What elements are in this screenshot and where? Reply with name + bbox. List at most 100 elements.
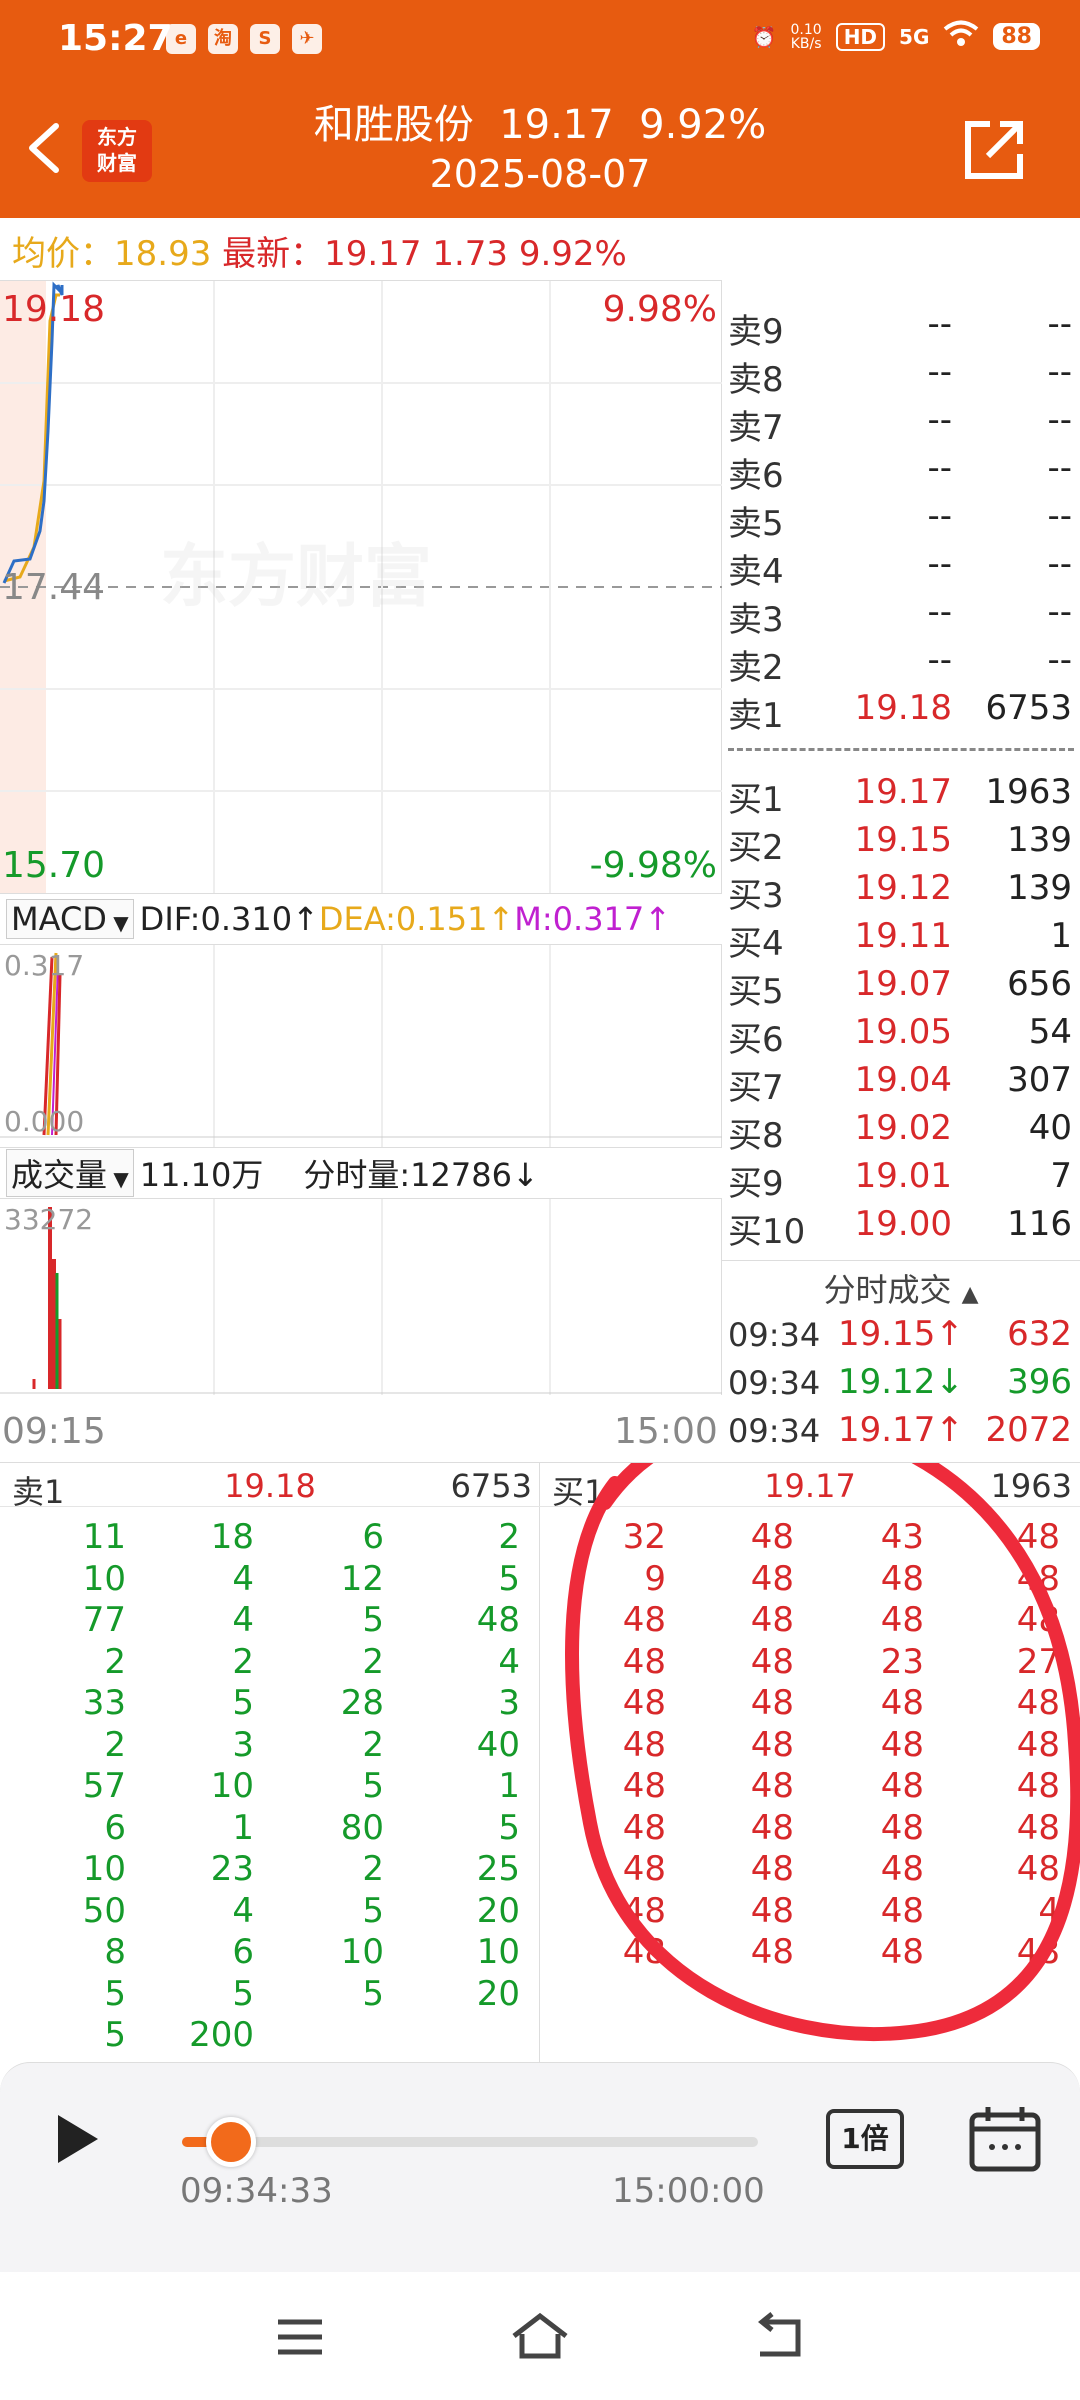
- status-right: ⏰ 0.10 KB/s HD 5G 88: [752, 20, 1040, 53]
- ask-row: 卖3 -- --: [722, 588, 1080, 640]
- sell-queue-order: 2: [498, 1517, 520, 1557]
- sell-queue-order: 28: [340, 1683, 384, 1723]
- ask-name: 卖3: [728, 600, 784, 640]
- sell-queue-row: 2 3 2 40: [0, 1725, 540, 1767]
- ask-row: 卖9 -- --: [722, 300, 1080, 352]
- macd-dea: DEA:0.151↑: [318, 900, 515, 938]
- dropdown-icon: ▼: [106, 911, 129, 935]
- bid-price: 19.17: [854, 772, 952, 812]
- bid-name: 买7: [728, 1068, 784, 1108]
- bid-volume: 1: [1050, 916, 1072, 956]
- calendar-icon[interactable]: [968, 2105, 1042, 2173]
- ask-row: 卖8 -- --: [722, 348, 1080, 400]
- ask-row: 卖5 -- --: [722, 492, 1080, 544]
- order-book[interactable]: 卖9 -- -- 卖8 -- -- 卖7 -- -- 卖6 -- -- 卖5 -- -- 卖4 -- -…: [722, 280, 1080, 1460]
- bid-name: 买8: [728, 1116, 784, 1156]
- sell-queue-order: 23: [210, 1849, 254, 1889]
- time-start-label: 09:15: [2, 1411, 106, 1452]
- ask-row: 卖4 -- --: [722, 540, 1080, 592]
- sell-queue-order: 5: [104, 2015, 126, 2055]
- bid-volume: 1963: [985, 772, 1072, 812]
- speed-button[interactable]: 1倍: [826, 2109, 904, 2169]
- sell-queue-order: 6: [362, 1517, 384, 1557]
- signal-icon: 5G: [899, 24, 930, 49]
- ask-name: 卖9: [728, 312, 784, 352]
- sell-queue-row: 2 2 2 4: [0, 1642, 540, 1684]
- pct-high-label: 9.98%: [602, 289, 717, 330]
- ask-name: 卖7: [728, 408, 784, 448]
- sell-queue-order: 4: [232, 1600, 254, 1640]
- ask-row: 卖7 -- --: [722, 396, 1080, 448]
- bid-row: 买4 19.11 1: [722, 912, 1080, 964]
- macd-panel[interactable]: 0.317 0.000: [0, 945, 722, 1147]
- bid-price: 19.07: [854, 964, 952, 1004]
- ask-volume: 6753: [985, 688, 1072, 728]
- back-nav-icon[interactable]: [750, 2312, 810, 2362]
- menu-icon[interactable]: [270, 2312, 330, 2362]
- bid-name: 买2: [728, 828, 784, 868]
- tick-row: 09:34 19.15↑ 632: [722, 1312, 1080, 1360]
- change-value: 1.73: [432, 234, 509, 274]
- play-button[interactable]: [52, 2111, 102, 2167]
- bid-row: 买9 19.01 7: [722, 1152, 1080, 1204]
- ticks-header[interactable]: 分时成交 ▲: [722, 1260, 1080, 1309]
- change-pct: 9.92%: [518, 234, 627, 274]
- ask-price: --: [927, 304, 952, 344]
- ask-volume: --: [1047, 640, 1072, 680]
- buy-queue-row: 32 48 43 48: [540, 1517, 1080, 1559]
- bid-row: 买5 19.07 656: [722, 960, 1080, 1012]
- sell-queue-order: 1: [498, 1766, 520, 1806]
- home-icon[interactable]: [510, 2312, 570, 2362]
- share-icon[interactable]: [962, 118, 1026, 182]
- macd-selector[interactable]: MACD ▼: [6, 899, 134, 939]
- buy-queue-order: 48: [880, 1932, 924, 1972]
- sell-queue-order: 80: [340, 1807, 384, 1848]
- ask-price: --: [927, 544, 952, 584]
- avg-value: 18.93: [114, 234, 212, 274]
- intraday-chart[interactable]: 东方财富 19.18 9.98% 17.44 15.70 -9.98% MACD…: [0, 280, 722, 1460]
- price-panel[interactable]: 东方财富 19.18 9.98% 17.44 15.70 -9.98%: [0, 281, 722, 893]
- ask-name: 卖4: [728, 552, 784, 592]
- sell-queue-order: 5: [232, 1683, 254, 1723]
- buy-queue-order: 48: [1016, 1807, 1060, 1848]
- bid-price: 19.01: [854, 1156, 952, 1196]
- sell-queue-order: 10: [82, 1849, 126, 1889]
- macd-bars: [0, 945, 722, 1147]
- volume-selector[interactable]: 成交量 ▼: [6, 1149, 134, 1197]
- sell-queue-order: 57: [82, 1766, 126, 1806]
- macd-indicator-bar: MACD ▼ DIF:0.310↑ DEA:0.151↑ M:0.317↑: [0, 893, 722, 945]
- buy-queue-order: 48: [622, 1641, 666, 1682]
- buy-queue-order: 48: [880, 1807, 924, 1848]
- buy-queue-order: 4: [1038, 1890, 1060, 1931]
- buy-queue-row: 48 48 48 48: [540, 1766, 1080, 1808]
- replay-current-time: 09:34:33: [180, 2171, 333, 2211]
- slider-handle[interactable]: [205, 2117, 256, 2167]
- bid-volume: 116: [1007, 1204, 1072, 1244]
- replay-slider[interactable]: [182, 2117, 758, 2167]
- buy-queue-row: 48 48 48 48: [540, 1932, 1080, 1974]
- buy-queue-row: 48 48 48 48: [540, 1600, 1080, 1642]
- buy-queue-order: 43: [880, 1517, 924, 1557]
- ask-name: 卖2: [728, 648, 784, 688]
- latest-label: 最新：: [222, 234, 325, 274]
- tick-row: 09:34 19.12↓ 396: [722, 1360, 1080, 1408]
- net-speed: 0.10 KB/s: [790, 21, 822, 52]
- tick-volume: 632: [1007, 1314, 1072, 1354]
- taobao-app-icon: 淘: [208, 24, 238, 54]
- buy-queue-order: 48: [1016, 1517, 1060, 1557]
- buy-queue-order: 48: [750, 1807, 794, 1848]
- buy-queue-order: 48: [750, 1932, 794, 1972]
- sell-queue-order: 5: [498, 1558, 520, 1599]
- sell-queue-row: 10 23 2 25: [0, 1849, 540, 1891]
- buy-queue-order: 48: [622, 1932, 666, 1972]
- sell-queue-order: 3: [498, 1683, 520, 1723]
- stock-title: 和胜股份 19.17 9.92%: [313, 102, 767, 148]
- volume-panel[interactable]: 33272: [0, 1199, 722, 1395]
- bid-volume: 7: [1050, 1156, 1072, 1196]
- price-low-label: 15.70: [2, 845, 106, 886]
- prev-close-label: 17.44: [2, 567, 106, 608]
- buy-queue-order: 48: [1016, 1724, 1060, 1765]
- ask-name: 卖1: [728, 696, 784, 736]
- macd-selector-label: MACD: [11, 900, 107, 938]
- s-app-icon: S: [250, 24, 280, 54]
